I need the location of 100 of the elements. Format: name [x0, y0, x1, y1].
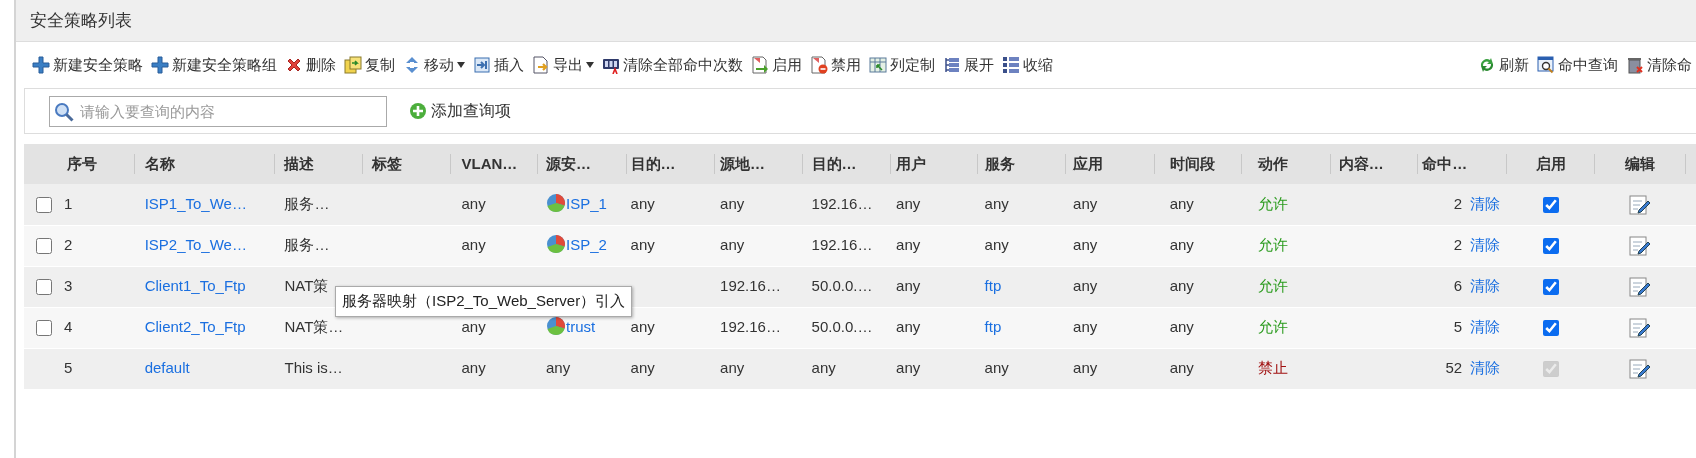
toolbar-button[interactable]: 删除: [281, 52, 340, 78]
row-number: 2: [64, 236, 73, 254]
table-cell: any: [1169, 277, 1194, 295]
table-cell: any: [984, 236, 1009, 254]
column-header: 用户: [896, 154, 927, 172]
hit-count: 2: [1452, 194, 1463, 214]
enable-checkbox[interactable]: [1542, 320, 1559, 337]
column-header: 服务: [984, 154, 1015, 172]
column-header: 序号: [67, 154, 97, 172]
toolbar-button[interactable]: 禁用: [806, 52, 865, 78]
toolbar-button[interactable]: 刷新: [1474, 52, 1533, 78]
table-cell: any: [1169, 318, 1194, 336]
action-text: 允许: [1258, 277, 1289, 295]
row-checkbox[interactable]: [36, 279, 52, 296]
table-cell: any: [461, 359, 486, 377]
clear-link[interactable]: 清除: [1469, 193, 1500, 216]
table-cell: any: [1073, 318, 1098, 336]
toolbar-button[interactable]: 新建安全策略: [28, 52, 147, 78]
toolbar-button[interactable]: 启用: [747, 52, 806, 78]
table-icon: [869, 56, 887, 74]
add-query-button[interactable]: 添加查询项: [409, 99, 511, 123]
table-cell: any: [1169, 195, 1194, 212]
row-checkbox[interactable]: [36, 197, 52, 214]
column-header: 源地…: [720, 154, 766, 172]
link[interactable]: ftp: [984, 318, 1002, 336]
hit-count: 2: [1452, 235, 1463, 256]
pie-chart-icon: [546, 234, 567, 255]
link[interactable]: default: [144, 359, 190, 377]
table-cell: any: [811, 359, 836, 377]
column-header: 内容…: [1338, 154, 1384, 172]
search-field[interactable]: 请输入要查询的内容: [49, 95, 387, 127]
toolbar-button[interactable]: 复制: [340, 52, 399, 78]
table-cell: any: [461, 318, 486, 336]
table-cell: any: [546, 359, 571, 377]
toolbar-button[interactable]: 插入: [469, 52, 528, 78]
row-checkbox[interactable]: [36, 320, 52, 337]
column-header: 时间段: [1169, 154, 1215, 172]
table-cell: any: [630, 359, 655, 377]
table-cell: 192.16…: [720, 318, 781, 336]
table-cell: NAT策: [284, 277, 329, 295]
close-icon: [285, 56, 303, 74]
column-header: 目的…: [811, 154, 857, 172]
toolbar-button[interactable]: 命中查询: [1533, 52, 1622, 78]
toolbar-button[interactable]: 收缩: [998, 52, 1057, 78]
table-cell: 50.0.0.…: [811, 318, 873, 336]
clear-link[interactable]: 清除: [1469, 357, 1500, 380]
action-text: 禁止: [1258, 359, 1289, 377]
row-number: 4: [64, 318, 73, 336]
table-cell: 192.16…: [811, 195, 873, 212]
row-checkbox[interactable]: [36, 238, 52, 255]
edit-icon[interactable]: [1629, 236, 1652, 257]
toolbar-button[interactable]: 导出: [528, 52, 598, 78]
clear-link[interactable]: 清除: [1469, 316, 1500, 339]
enable-checkbox[interactable]: [1542, 197, 1559, 214]
toolbar-button[interactable]: 展开: [939, 52, 998, 78]
panel-title: 安全策略列表: [16, 0, 1696, 42]
list-icon: [1002, 56, 1020, 74]
counter-icon: [602, 56, 620, 74]
edit-icon[interactable]: [1629, 359, 1652, 380]
refresh-icon: [1478, 56, 1496, 74]
table-cell: any: [984, 195, 1009, 212]
table-cell: any: [720, 236, 745, 254]
pie-chart-icon: [546, 193, 567, 213]
column-header: 启用: [1535, 154, 1566, 172]
enable-checkbox[interactable]: [1542, 279, 1559, 296]
clear-link[interactable]: 清除: [1469, 234, 1500, 257]
link[interactable]: ftp: [984, 277, 1002, 295]
table-cell: any: [461, 195, 486, 212]
action-text: 允许: [1258, 318, 1289, 336]
column-header: 名称: [144, 154, 175, 172]
edit-icon[interactable]: [1629, 277, 1652, 298]
table-cell: any: [1073, 359, 1098, 377]
search-icon: [54, 101, 74, 122]
table-cell: 50.0.0.…: [811, 277, 873, 295]
toolbar-button[interactable]: 列定制: [865, 52, 939, 78]
toolbar-button[interactable]: 清除命: [1622, 52, 1696, 78]
tooltip: 服务器映射（ISP2_To_Web_Server）引入: [335, 286, 633, 317]
enable-checkbox[interactable]: [1542, 238, 1559, 255]
column-header: 源安…: [546, 154, 592, 172]
table-cell: any: [896, 359, 921, 377]
table-cell: any: [896, 195, 921, 212]
toolbar-button[interactable]: 新建安全策略组: [147, 52, 281, 78]
toolbar-button[interactable]: 移动: [399, 52, 469, 78]
window-search-icon: [1537, 56, 1555, 74]
tree-icon: [943, 56, 961, 74]
toolbar-button[interactable]: 清除全部命中次数: [598, 52, 747, 78]
edit-icon[interactable]: [1629, 195, 1652, 216]
action-text: 允许: [1258, 195, 1289, 212]
action-text: 允许: [1258, 236, 1289, 254]
edit-icon[interactable]: [1629, 318, 1652, 339]
clear-link[interactable]: 清除: [1469, 275, 1500, 298]
plus-icon: [151, 56, 169, 74]
table-cell: any: [984, 359, 1009, 377]
table-cell: any: [896, 318, 921, 336]
plus-icon: [409, 102, 427, 120]
plus-icon: [32, 56, 50, 74]
column-header: 描述: [284, 154, 315, 172]
table-cell: 服务…: [284, 236, 330, 254]
document-minus-icon: [810, 56, 828, 74]
column-header: 目的…: [630, 154, 676, 172]
